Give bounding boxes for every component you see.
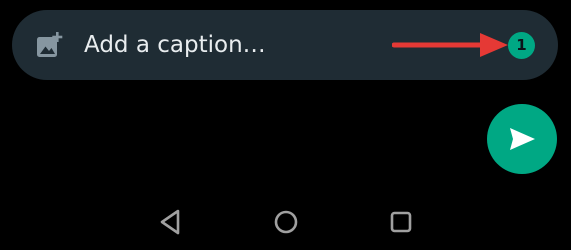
- media-caption-screen: 1: [0, 0, 571, 250]
- nav-home-icon: [274, 210, 298, 234]
- send-button[interactable]: [487, 104, 557, 174]
- nav-back-button[interactable]: [156, 207, 186, 237]
- annotation-arrow: [392, 33, 508, 57]
- add-photo-icon[interactable]: [34, 30, 64, 60]
- caption-input[interactable]: [84, 26, 374, 64]
- nav-home-button[interactable]: [271, 207, 301, 237]
- nav-recents-button[interactable]: [386, 207, 416, 237]
- send-icon: [510, 128, 535, 150]
- media-count-badge: 1: [508, 32, 535, 59]
- nav-back-icon: [160, 209, 180, 235]
- caption-bar: 1: [12, 10, 558, 80]
- nav-recents-icon: [390, 211, 412, 233]
